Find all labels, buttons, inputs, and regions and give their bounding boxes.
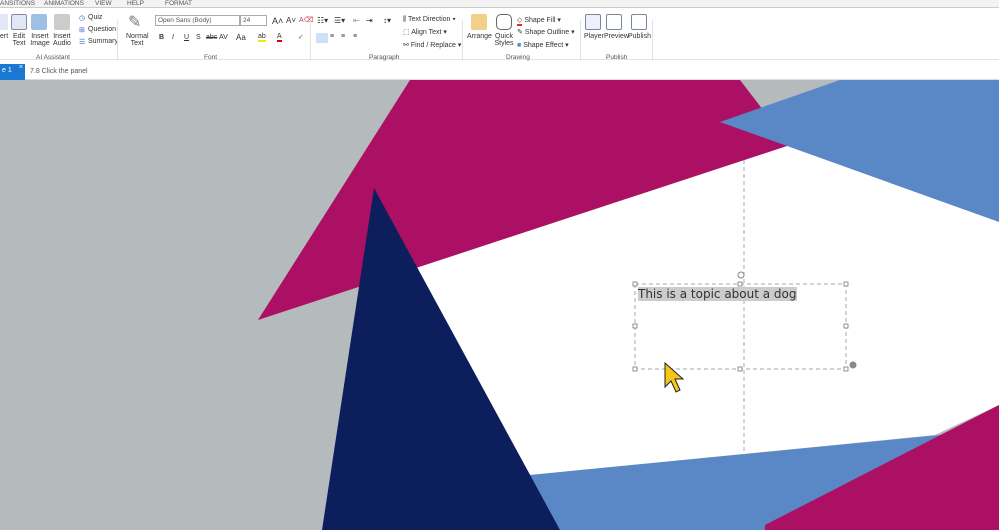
binoculars-icon: ⚯ [403,42,411,49]
insert-image-icon [31,14,47,30]
quick-styles-button[interactable]: Quick Styles [494,33,514,47]
slide-tab-label: e 1 [2,67,12,74]
clear-format-icon[interactable]: A⌫ [299,16,314,24]
highlight-icon[interactable]: ab [258,33,266,42]
ai-button-partial[interactable]: ert [0,33,8,40]
normal-text-icon: ✎ [128,14,142,31]
divider [117,20,118,65]
text-direction-button[interactable]: ⫼ Text Direction ▾ [403,16,456,24]
publish-button[interactable]: Publish [628,33,651,40]
publish-icon [631,14,647,30]
shape-fill-label: Shape Fill [524,17,556,24]
insert-image-button[interactable]: Insert Image [30,33,50,47]
divider [462,20,463,65]
summary-button[interactable]: Summary [88,38,118,45]
insert-audio-icon [54,14,70,30]
align-left-icon[interactable] [316,33,328,43]
shape-fill-button[interactable]: ◇ Shape Fill ▾ [517,16,561,26]
strikethrough-button[interactable]: abc [206,34,217,41]
justify-icon[interactable]: ≡ [353,33,357,40]
tab-view[interactable]: VIEW [95,0,112,7]
shape-outline-button[interactable]: ✎ Shape Outline ▾ [517,28,575,36]
find-replace-button[interactable]: ⚯ Find / Replace ▾ [403,41,461,49]
group-label-ai: AI Assistant [36,54,70,61]
shape-fill-icon: ◇ [517,17,523,26]
divider [580,20,581,65]
align-center-icon[interactable]: ≡ [330,33,334,40]
slide-tab-bar: e 1 × 7.8 Click the panel [0,61,999,80]
shape-outline-label: Shape Outline [524,29,570,36]
align-text-label: Align Text [411,29,442,36]
char-spacing-button[interactable]: AV [219,34,228,41]
font-color-icon[interactable]: A [277,33,282,42]
ai-icon [0,14,8,30]
group-label-font: Font [204,54,218,61]
slide-tab[interactable]: e 1 × [0,64,25,80]
close-icon[interactable]: × [19,64,23,71]
text-direction-label: Text Direction [408,16,451,23]
font-size-select[interactable]: 24 [240,15,267,26]
ribbon-tabs: ANSITIONS ANIMATIONS VIEW HELP FORMAT [0,0,999,8]
summary-icon: ☰ [79,39,86,46]
question-button[interactable]: Question [88,26,116,33]
underline-button[interactable]: U [184,34,189,41]
arrange-button[interactable]: Arrange [467,33,492,40]
breadcrumb: 7.8 Click the panel [30,68,88,75]
normal-text-button[interactable]: Normal Text [126,33,149,47]
anchor-icon[interactable] [849,361,857,369]
shape-effect-icon: ■ [517,42,522,49]
change-case-button[interactable]: Aa [236,33,246,42]
shape-effect-button[interactable]: ■ Shape Effect ▾ [517,41,569,49]
numbering-icon[interactable]: ☰▾ [334,16,345,25]
align-text-icon: ⬚ [403,29,412,36]
player-icon [585,14,601,30]
slide-canvas[interactable]: This is a topic about a dog [0,80,999,530]
insert-audio-button[interactable]: Insert Audio [52,33,72,47]
italic-button[interactable]: I [172,34,174,41]
quiz-button[interactable]: Quiz [88,14,102,21]
line-spacing-icon[interactable]: ↕▾ [383,16,391,25]
shrink-font-icon[interactable]: A˅ [286,16,296,25]
find-replace-label: Find / Replace [410,42,456,49]
slide-textbox-text[interactable]: This is a topic about a dog [638,287,797,301]
edit-text-icon [11,14,27,30]
preview-button[interactable]: Preview [604,33,629,40]
divider [310,20,311,65]
shadow-button[interactable]: S [196,34,201,41]
align-text-button[interactable]: ⬚ Align Text ▾ [403,28,447,36]
preview-icon [606,14,622,30]
group-label-publish: Publish [606,54,628,61]
tab-animations[interactable]: ANIMATIONS [44,0,84,7]
question-icon: ⊞ [79,27,85,34]
arrange-icon [471,14,487,30]
ribbon: ert Edit Text Insert Image Insert Audio … [0,8,999,65]
bold-button[interactable]: B [159,34,164,41]
edit-text-button[interactable]: Edit Text [12,33,26,47]
bullets-icon[interactable]: ☷▾ [317,16,328,25]
slide-background [0,80,999,530]
shape-outline-icon: ✎ [517,29,523,36]
tab-help[interactable]: HELP [127,0,144,7]
shape-effect-label: Shape Effect [523,42,564,49]
increase-indent-icon[interactable]: ⇥ [366,16,373,25]
player-button[interactable]: Player [584,33,604,40]
group-label-paragraph: Paragraph [369,54,400,61]
align-right-icon[interactable]: ≡ [341,33,345,40]
quick-styles-icon [496,14,512,30]
grow-font-icon[interactable]: A˄ [272,16,283,26]
tab-format[interactable]: FORMAT [165,0,192,7]
tab-transitions[interactable]: ANSITIONS [0,0,35,7]
group-label-drawing: Drawing [506,54,530,61]
decrease-indent-icon[interactable]: ⇤ [353,16,360,25]
spelling-icon[interactable]: ✓ [298,33,304,41]
font-name-select[interactable]: Open Sans (Body) [155,15,240,26]
quiz-icon: ◷ [79,15,86,22]
divider [652,20,653,65]
